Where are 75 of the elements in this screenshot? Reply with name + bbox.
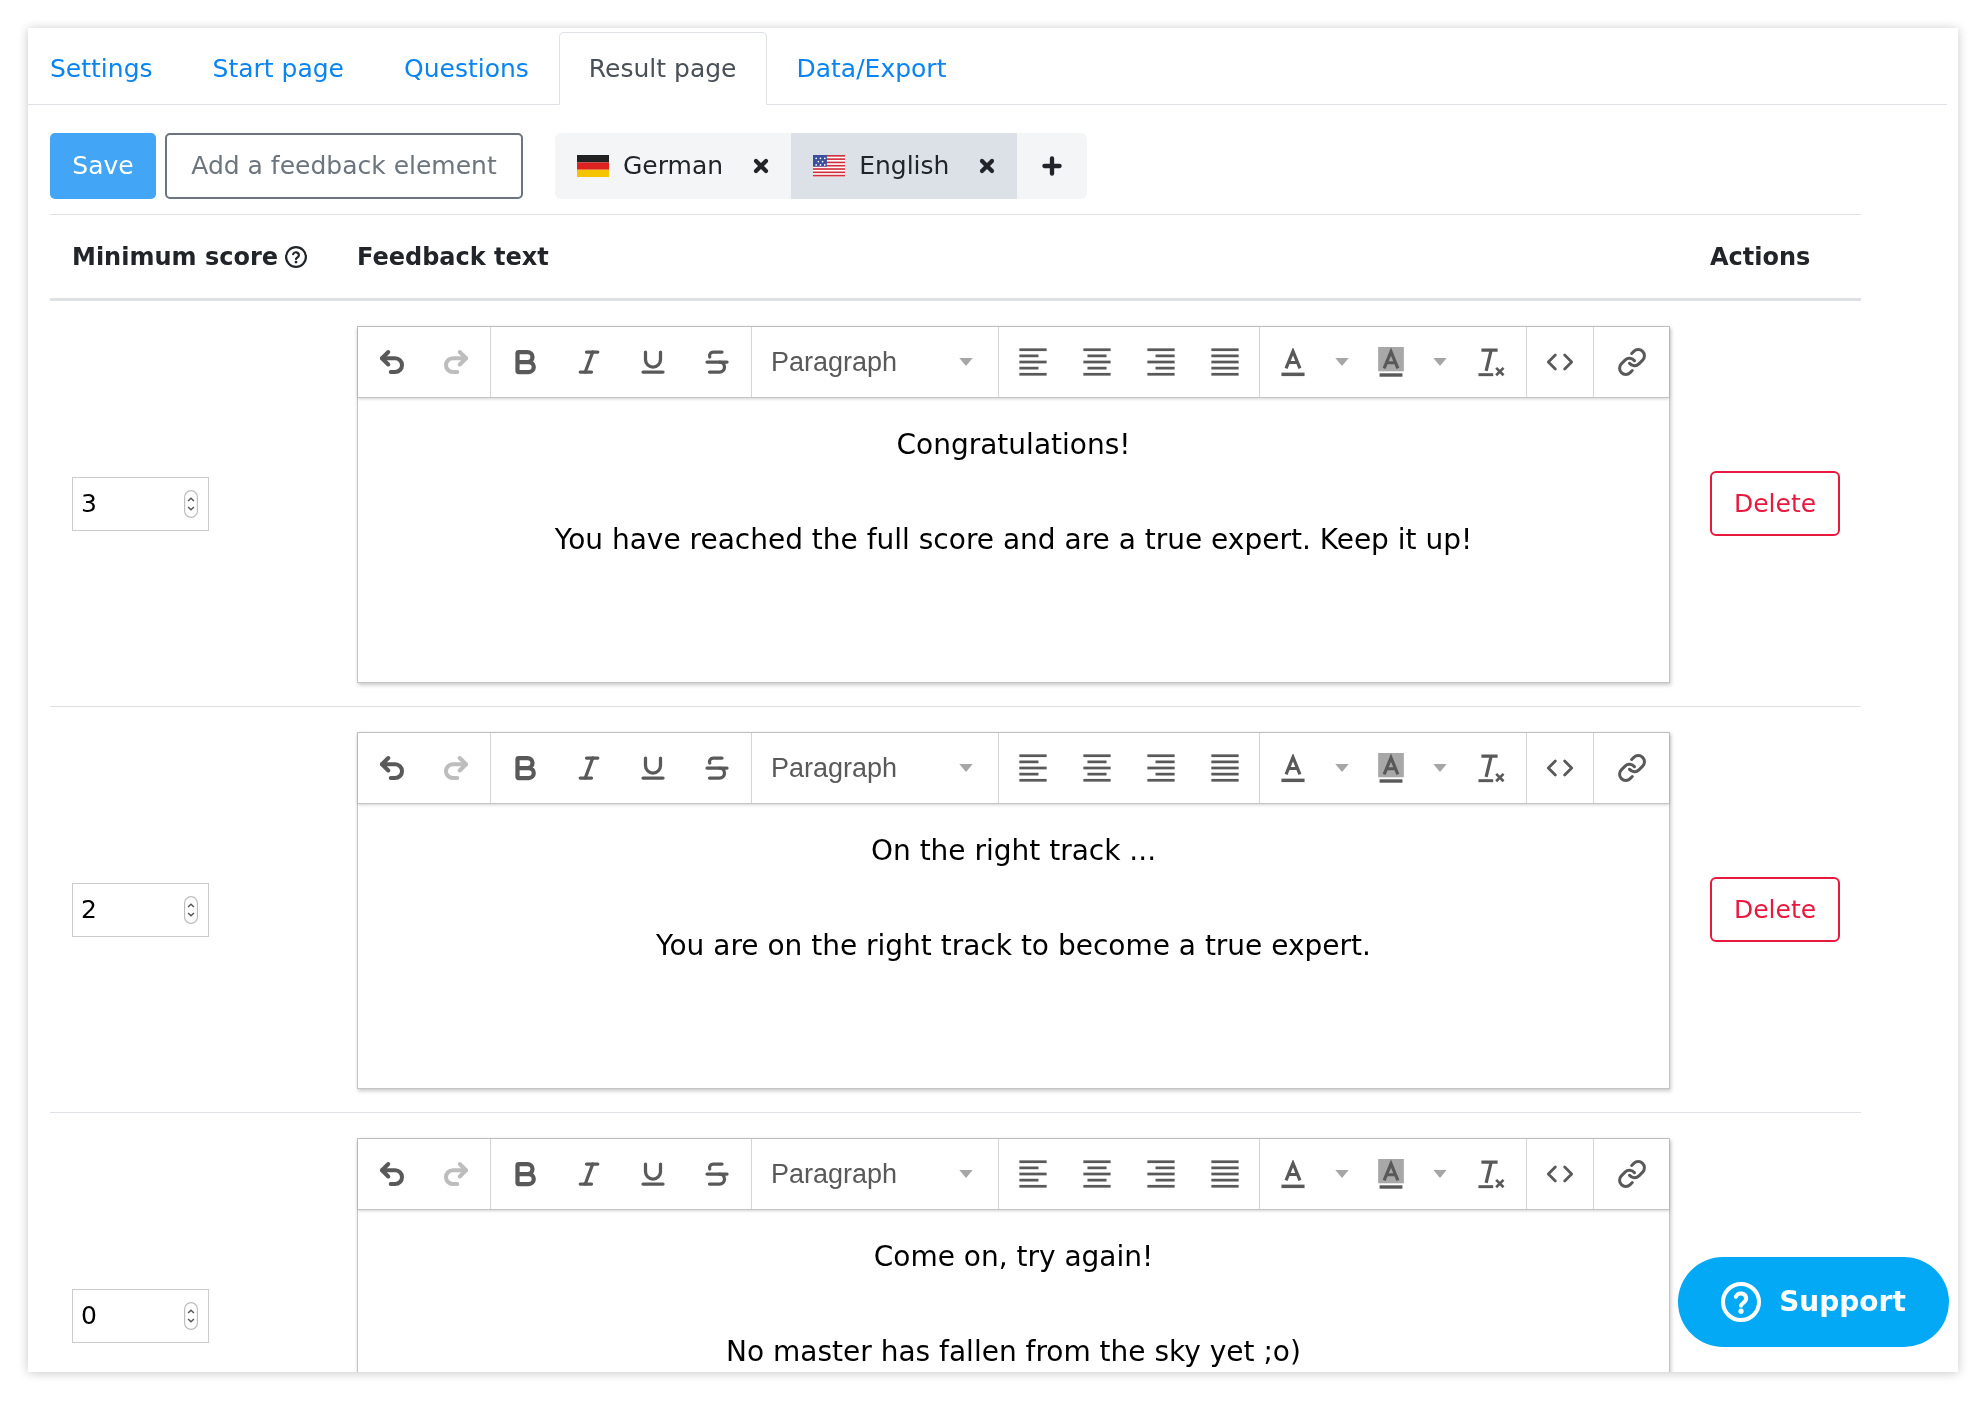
tab[interactable]: Questions <box>374 32 559 105</box>
column-header: Feedback text <box>357 241 549 273</box>
caret-icon <box>1433 1170 1447 1178</box>
redo-icon <box>441 1159 471 1189</box>
german-flag-icon <box>577 155 609 177</box>
caret-icon <box>1433 764 1447 772</box>
block-format-dropdown[interactable]: Paragraph <box>752 327 998 397</box>
us-flag-icon <box>813 155 846 177</box>
add-feedback-element-button[interactable]: Add a feedback element <box>165 133 523 199</box>
spinner-icon[interactable] <box>184 489 198 518</box>
editor-body-field[interactable]: Come on, try again! No master has fallen from the sky yet ;o) <box>358 1210 1669 1372</box>
delete-button[interactable]: Delete <box>1710 471 1840 536</box>
caret-icon <box>959 358 973 366</box>
column-header: Actions <box>1710 241 1811 273</box>
language-name: English <box>859 150 950 183</box>
align-left-icon <box>1018 1159 1048 1189</box>
help-icon <box>1721 1282 1762 1322</box>
background-color-icon <box>1378 1159 1404 1189</box>
caret-icon <box>1335 1170 1349 1178</box>
feedback-paragraph: You have reached the full score and are a true expert. Keep it up! <box>554 525 1473 555</box>
feedback-paragraph: No master has fallen from the sky yet ;o) <box>726 1337 1301 1367</box>
background-color-icon <box>1378 753 1404 783</box>
caret-icon <box>959 1170 973 1178</box>
align-right-icon <box>1146 1159 1176 1189</box>
link-icon <box>1616 1159 1647 1189</box>
feedback-paragraph: You are on the right track to become a true expert. <box>656 931 1371 961</box>
language-tab[interactable]: German <box>555 133 792 199</box>
link-icon <box>1616 347 1647 377</box>
align-left-icon <box>1018 753 1048 783</box>
align-center-icon <box>1082 753 1112 783</box>
caret-icon <box>1335 358 1349 366</box>
min-score-field[interactable]: 2 <box>72 882 209 937</box>
caret-icon <box>1433 358 1447 366</box>
caret-icon <box>959 764 973 772</box>
language-name: German <box>623 150 724 183</box>
align-justify-icon <box>1210 753 1240 783</box>
align-center-icon <box>1082 347 1112 377</box>
spinner-icon[interactable] <box>184 895 198 924</box>
tab[interactable]: Data/Export <box>766 32 977 105</box>
editor-body-field[interactable]: Congratulations! You have reached the full score and are a true expert. Keep it up! <box>358 398 1669 682</box>
tab[interactable]: Result page <box>558 32 767 105</box>
feedback-paragraph: On the right track ... <box>870 836 1157 866</box>
language-tab[interactable]: English <box>791 133 1018 199</box>
feedback-paragraph: Come on, try again! <box>873 1242 1154 1272</box>
align-left-icon <box>1018 347 1048 377</box>
align-center-icon <box>1082 1159 1112 1189</box>
text-color-icon <box>1280 753 1306 783</box>
caret-icon <box>1335 764 1349 772</box>
align-justify-icon <box>1210 347 1240 377</box>
clear-formatting-icon <box>1477 1159 1505 1189</box>
align-justify-icon <box>1210 1159 1240 1189</box>
min-score-field[interactable]: 3 <box>72 476 209 531</box>
redo-icon <box>441 753 471 783</box>
text-color-icon <box>1280 347 1306 377</box>
redo-icon <box>441 347 471 377</box>
min-score-field[interactable]: 0 <box>72 1288 209 1343</box>
column-header: Minimum score <box>72 241 278 273</box>
align-right-icon <box>1146 753 1176 783</box>
clear-formatting-icon <box>1477 753 1505 783</box>
undo-icon <box>377 347 407 377</box>
link-icon <box>1616 753 1647 783</box>
background-color-icon <box>1378 347 1404 377</box>
editor-body-field[interactable]: On the right track ... You are on the right track to become a true expert. <box>358 804 1669 1088</box>
clear-formatting-icon <box>1477 347 1505 377</box>
align-right-icon <box>1146 347 1176 377</box>
block-format-dropdown[interactable]: Paragraph <box>752 733 998 803</box>
spinner-icon[interactable] <box>184 1301 198 1330</box>
tab[interactable]: Settings <box>28 32 183 105</box>
text-color-icon <box>1280 1159 1306 1189</box>
feedback-paragraph: Congratulations! <box>896 430 1131 460</box>
tab[interactable]: Start page <box>182 32 374 105</box>
delete-button[interactable]: Delete <box>1710 877 1840 942</box>
undo-icon <box>377 753 407 783</box>
block-format-dropdown[interactable]: Paragraph <box>752 1139 998 1209</box>
undo-icon <box>377 1159 407 1189</box>
